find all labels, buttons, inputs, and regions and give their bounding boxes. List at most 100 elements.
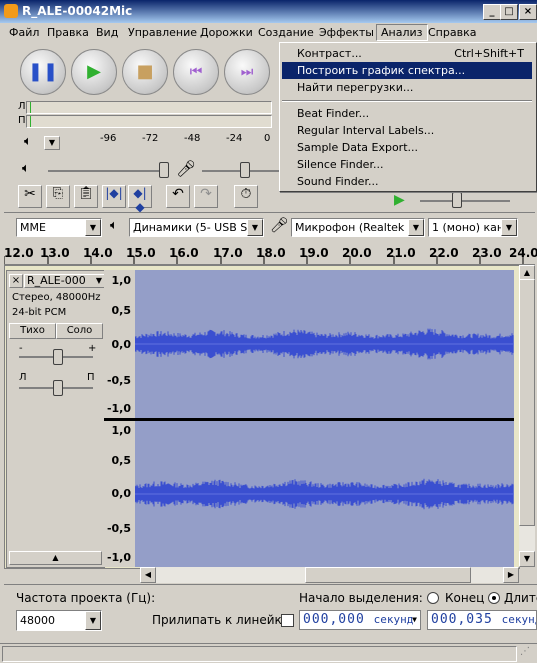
playback-volume-thumb[interactable] (159, 162, 169, 178)
gain-slider-thumb[interactable] (53, 349, 63, 365)
track-name: R_ALE-000 (27, 274, 86, 287)
scale-label: 1,0 (111, 274, 132, 287)
menu-file[interactable]: Файл (9, 26, 39, 39)
input-device-select[interactable]: Микрофон (Realtek High ▼ (291, 218, 425, 237)
snap-to-checkbox[interactable] (281, 614, 294, 627)
waveform-left-channel[interactable] (134, 270, 514, 418)
redo-icon[interactable]: ↷ (194, 185, 218, 208)
stop-button[interactable]: ■ (122, 49, 168, 95)
undo-icon[interactable]: ↶ (166, 185, 190, 208)
volume-icon: 🔈︎ (22, 161, 30, 176)
menu-item-label: Sample Data Export... (297, 141, 418, 154)
track-control-panel: × R_ALE-000 ▼ Стерео, 48000Hz 24-bit PCM… (6, 270, 105, 568)
copy-icon[interactable]: ⎘ (46, 185, 70, 208)
meter-tick: -24 (226, 133, 243, 144)
skip-end-button[interactable]: ⏭ (224, 49, 270, 95)
title-bar: R_ALE-00042Mic _ □ × (0, 0, 537, 23)
menu-item-silence-finder[interactable]: Silence Finder... (282, 156, 532, 173)
playback-volume-slider[interactable] (48, 170, 168, 172)
menu-item-contrast[interactable]: Контраст... Ctrl+Shift+T (282, 45, 532, 62)
menu-item-label: Regular Interval Labels... (297, 124, 435, 137)
skip-start-button[interactable]: ⏮ (173, 49, 219, 95)
ruler-label: 12.0 (4, 246, 34, 260)
scale-label: -0,5 (106, 522, 131, 535)
menu-item-sound-finder[interactable]: Sound Finder... (282, 173, 532, 190)
scale-label: 0,5 (111, 454, 132, 467)
record-volume-thumb[interactable] (240, 162, 250, 178)
track-close-button[interactable]: × (9, 274, 23, 288)
length-radio[interactable] (488, 592, 500, 604)
audio-host-value: MME (20, 221, 46, 234)
output-device-select[interactable]: Динамики (5- USB Sour ▼ (129, 218, 264, 237)
horizontal-scrollbar[interactable]: ◀ ▶ (140, 567, 519, 583)
end-radio[interactable] (427, 592, 439, 604)
waveform-right-channel[interactable] (134, 421, 514, 567)
audio-host-select[interactable]: MME ▼ (16, 218, 102, 237)
track-name-menu[interactable]: R_ALE-000 ▼ (24, 274, 105, 288)
solo-button[interactable]: Соло (56, 323, 103, 339)
collapse-track-button[interactable]: ▲ (9, 551, 102, 565)
menu-item-regular-interval-labels[interactable]: Regular Interval Labels... (282, 122, 532, 139)
resize-grip-icon[interactable]: ⋰ (520, 646, 530, 657)
silence-icon[interactable]: ◆|◆ (128, 185, 152, 214)
menu-view[interactable]: Вид (96, 26, 118, 39)
menu-generate[interactable]: Создание (258, 26, 314, 39)
ruler-label: 19.0 (299, 246, 329, 260)
selection-length-value: 000,035 (431, 612, 493, 627)
menu-edit[interactable]: Правка (47, 26, 89, 39)
input-channels-select[interactable]: 1 (моно) кана ▼ (428, 218, 518, 237)
skip-start-icon: ⏮ (189, 64, 203, 80)
menu-item-beat-finder[interactable]: Beat Finder... (282, 105, 532, 122)
end-radio-label: Конец (445, 591, 485, 605)
selection-length-field[interactable]: 000,035 секунд (427, 610, 537, 630)
sync-lock-icon[interactable]: ⏱ (234, 185, 258, 208)
menu-tracks[interactable]: Дорожки (200, 26, 253, 39)
ruler-label: 21.0 (386, 246, 416, 260)
scale-label: 1,0 (111, 424, 132, 437)
scroll-down-button[interactable]: ▼ (519, 551, 535, 567)
selection-start-field[interactable]: 000,000 секунд ▼ (299, 610, 421, 630)
play-button[interactable]: ▶ (71, 49, 117, 95)
menu-item-find-clipping[interactable]: Найти перегрузки... (282, 79, 532, 96)
menu-item-sample-data-export[interactable]: Sample Data Export... (282, 139, 532, 156)
meter-tick: -72 (142, 133, 159, 144)
output-device-value: Динамики (5- USB Sour (133, 221, 264, 234)
timeline-ruler[interactable]: 12.0 13.0 14.0 15.0 16.0 17.0 18.0 19.0 … (4, 242, 537, 265)
status-text-area (2, 646, 517, 662)
horizontal-scroll-thumb[interactable] (305, 567, 471, 583)
paste-icon[interactable]: 📋︎ (74, 185, 98, 208)
pause-button[interactable]: ❚❚ (20, 49, 66, 95)
vertical-scroll-thumb[interactable] (519, 279, 535, 526)
close-button[interactable]: × (519, 4, 537, 20)
menu-help[interactable]: Справка (428, 26, 476, 39)
menu-transport[interactable]: Управление (128, 26, 197, 39)
cut-icon[interactable]: ✂ (18, 185, 42, 208)
chevron-down-icon: ▼ (412, 615, 418, 624)
menu-item-plot-spectrum[interactable]: Построить график спектра... (282, 62, 532, 79)
project-rate-select[interactable]: 48000 ▼ (16, 610, 102, 631)
mute-button[interactable]: Тихо (9, 323, 56, 339)
scroll-left-button[interactable]: ◀ (140, 567, 156, 583)
pause-icon: ❚❚ (27, 61, 59, 82)
meter-menu-button[interactable]: ▼ (44, 136, 60, 150)
meter-left-label: Л (18, 101, 26, 112)
minimize-button[interactable]: _ (483, 4, 501, 20)
pan-slider-thumb[interactable] (53, 380, 63, 396)
play-speed-thumb[interactable] (452, 192, 462, 208)
play-speed-slider[interactable] (420, 200, 510, 202)
menu-item-label: Контраст... (297, 47, 362, 60)
menu-effects[interactable]: Эффекты (319, 26, 374, 39)
selection-length-unit: секунд (501, 613, 536, 626)
input-device-value: Микрофон (Realtek High (295, 221, 425, 234)
ruler-label: 13.0 (40, 246, 70, 260)
menu-analyze[interactable]: Анализ (376, 24, 428, 41)
trim-icon[interactable]: |◆| (102, 185, 126, 208)
scroll-right-button[interactable]: ▶ (503, 567, 519, 583)
pan-left-label: Л (19, 372, 27, 383)
vertical-scrollbar[interactable]: ▲ ▼ (519, 265, 535, 567)
chevron-down-icon: ▼ (85, 219, 101, 236)
ruler-label: 15.0 (126, 246, 156, 260)
menu-item-label: Построить график спектра... (297, 64, 466, 77)
maximize-button[interactable]: □ (500, 4, 518, 20)
play-at-speed-icon[interactable]: ▶ (394, 192, 405, 208)
